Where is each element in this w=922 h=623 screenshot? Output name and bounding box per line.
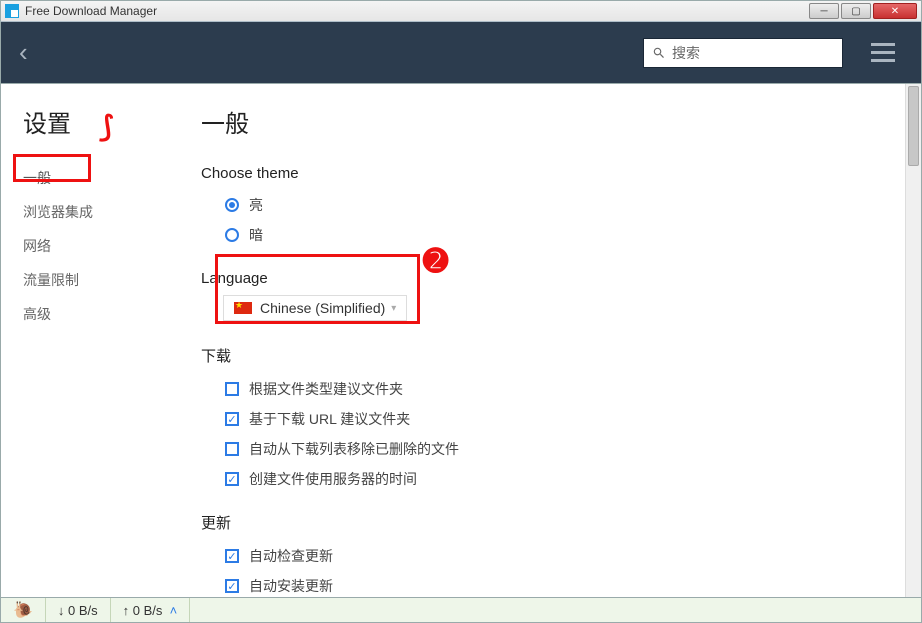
dl-opt3-label: 自动从下载列表移除已删除的文件 (249, 439, 459, 459)
sidebar-item-network[interactable]: 网络 (23, 229, 201, 263)
scrollbar-thumb[interactable] (908, 86, 919, 166)
update-section-title: 更新 (201, 512, 891, 533)
app-toolbar: ‹ 搜索 (0, 22, 922, 84)
chevron-down-icon: ▾ (391, 303, 396, 314)
dl-opt2-label: 基于下载 URL 建议文件夹 (249, 409, 410, 429)
download-section-title: 下载 (201, 345, 891, 366)
checkbox-icon: ✓ (225, 549, 239, 563)
language-section-title: Language (201, 270, 891, 287)
checkbox-icon: ✓ (225, 382, 239, 396)
dl-opt-folder-by-url[interactable]: ✓ 基于下载 URL 建议文件夹 (201, 404, 891, 434)
upd-opt2-label: 自动安装更新 (249, 576, 333, 596)
sidebar-title: 设置 (23, 104, 71, 139)
upload-speed-text: ↑ 0 B/s (123, 603, 163, 618)
checkbox-icon: ✓ (225, 442, 239, 456)
minimize-button[interactable]: ─ (809, 3, 839, 19)
language-select[interactable]: Chinese (Simplified) ▾ (223, 295, 407, 321)
chevron-up-icon[interactable]: ˄ (170, 603, 178, 618)
sidebar-item-advanced[interactable]: 高级 (23, 297, 201, 331)
status-bar: 🐌 ↓ 0 B/s ↑ 0 B/s ˄ (0, 597, 922, 623)
vertical-scrollbar[interactable] (905, 84, 921, 597)
snail-mode-button[interactable]: 🐌 (1, 598, 46, 622)
checkbox-icon: ✓ (225, 579, 239, 593)
dl-opt4-label: 创建文件使用服务器的时间 (249, 469, 417, 489)
upd-opt1-label: 自动检查更新 (249, 546, 333, 566)
upd-opt-autoinstall[interactable]: ✓ 自动安装更新 (201, 571, 891, 597)
window-title: Free Download Manager (25, 4, 157, 18)
checkbox-icon: ✓ (225, 412, 239, 426)
close-button[interactable]: ✕ (873, 3, 917, 19)
dl-opt-remove-deleted[interactable]: ✓ 自动从下载列表移除已删除的文件 (201, 434, 891, 464)
maximize-button[interactable]: ▢ (841, 3, 871, 19)
search-placeholder: 搜索 (672, 43, 700, 63)
dl-opt-folder-by-type[interactable]: ✓ 根据文件类型建议文件夹 (201, 374, 891, 404)
dl-opt-server-time[interactable]: ✓ 创建文件使用服务器的时间 (201, 464, 891, 494)
app-icon (5, 4, 19, 18)
radio-icon (225, 198, 239, 212)
theme-dark-label: 暗 (249, 225, 263, 245)
theme-option-dark[interactable]: 暗 (201, 220, 891, 250)
sidebar-item-general[interactable]: 一般 (23, 161, 201, 195)
sidebar-item-browser[interactable]: 浏览器集成 (23, 195, 201, 229)
radio-icon (225, 228, 239, 242)
theme-light-label: 亮 (249, 195, 263, 215)
window-titlebar: Free Download Manager ─ ▢ ✕ (0, 0, 922, 22)
flag-cn-icon (234, 302, 252, 314)
search-input[interactable]: 搜索 (643, 38, 843, 68)
checkbox-icon: ✓ (225, 472, 239, 486)
theme-option-light[interactable]: 亮 (201, 190, 891, 220)
panel-title: 一般 (201, 104, 891, 139)
download-speed: ↓ 0 B/s (46, 598, 111, 622)
search-icon (652, 46, 666, 60)
language-value: Chinese (Simplified) (260, 300, 385, 316)
theme-section-title: Choose theme (201, 165, 891, 182)
sidebar-item-traffic[interactable]: 流量限制 (23, 263, 201, 297)
menu-button[interactable] (863, 43, 903, 62)
dl-opt1-label: 根据文件类型建议文件夹 (249, 379, 403, 399)
settings-panel: 一般 Choose theme 亮 暗 Language Chinese (Si… (201, 104, 921, 597)
settings-sidebar: 设置 一般 浏览器集成 网络 流量限制 高级 (1, 104, 201, 597)
back-button[interactable]: ‹ (19, 37, 28, 68)
upd-opt-autocheck[interactable]: ✓ 自动检查更新 (201, 541, 891, 571)
upload-speed: ↑ 0 B/s ˄ (111, 598, 191, 622)
